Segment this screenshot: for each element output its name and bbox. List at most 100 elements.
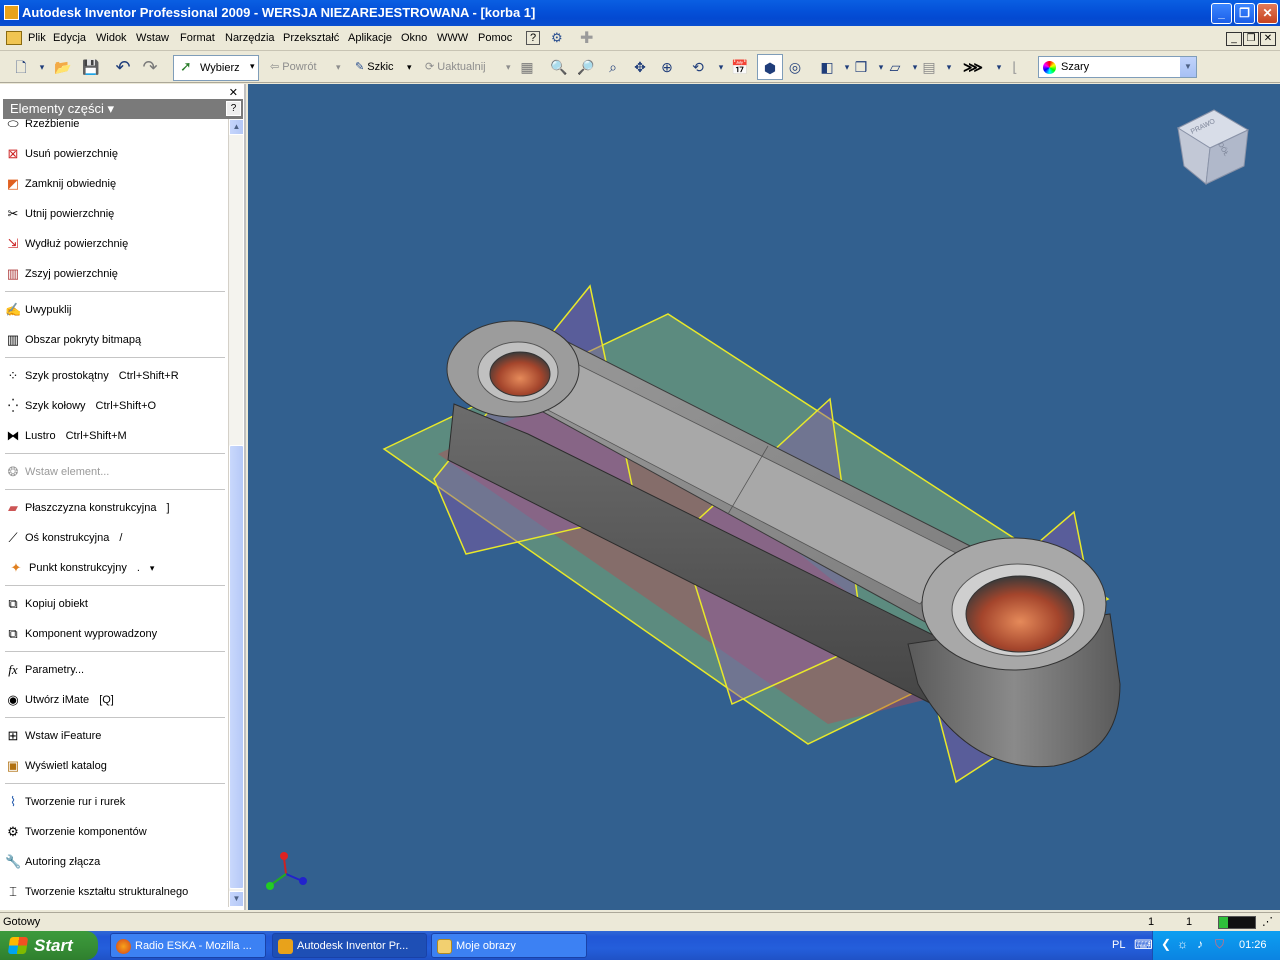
view-cube-icon[interactable]: ◧ bbox=[818, 58, 836, 76]
menu-aplikacje[interactable]: Aplikacje bbox=[348, 32, 392, 44]
resize-grip-icon[interactable]: ⋰ bbox=[1262, 913, 1273, 932]
clock[interactable]: 01:26 bbox=[1239, 939, 1267, 951]
chevron-down-icon[interactable]: ▾ bbox=[150, 563, 155, 573]
zoom-window-icon[interactable]: 🔎 bbox=[577, 58, 595, 76]
document-icon[interactable] bbox=[6, 31, 22, 45]
service-pack-icon[interactable]: ⚙ bbox=[551, 30, 563, 46]
close-button[interactable]: ✕ bbox=[1257, 3, 1278, 24]
tool-structural-shape[interactable]: ⌶ Tworzenie kształtu strukturalnego bbox=[3, 881, 226, 903]
zoom-icon[interactable]: ⌕ bbox=[604, 58, 622, 76]
scroll-up-icon[interactable]: ▲ bbox=[229, 119, 244, 135]
help-icon[interactable]: ? bbox=[526, 31, 540, 45]
mdi-close-button[interactable]: ✕ bbox=[1260, 32, 1276, 46]
measure-icon[interactable]: ▦ bbox=[518, 58, 536, 76]
tool-tube-pipe[interactable]: ⌇ Tworzenie rur i rurek bbox=[3, 791, 226, 813]
look-at-icon[interactable]: 📅 bbox=[731, 58, 749, 76]
open-icon[interactable]: 📂 bbox=[54, 58, 72, 76]
rotate-icon[interactable]: ⟲ bbox=[689, 58, 707, 76]
update-button[interactable]: ⟳ Uaktualnij bbox=[425, 56, 486, 78]
back-button[interactable]: ⇦ Powrót bbox=[270, 56, 317, 78]
menu-narzedzia[interactable]: Narzędzia bbox=[225, 32, 275, 44]
display-dropdown-icon[interactable]: ▾ bbox=[940, 58, 958, 76]
tool-view-catalog[interactable]: ▣ Wyświetl katalog bbox=[3, 755, 226, 777]
maximize-button[interactable]: ❐ bbox=[1234, 3, 1255, 24]
undo-icon[interactable]: ↶ bbox=[114, 58, 132, 76]
view-cube[interactable]: PRAWO DÓŁ bbox=[1176, 109, 1250, 185]
tool-trim-surface[interactable]: ✂ Utnij powierzchnię bbox=[3, 203, 226, 225]
model-view[interactable]: PRAWO DÓŁ bbox=[248, 84, 1280, 910]
tool-copy-object[interactable]: ⧉ Kopiuj obiekt bbox=[3, 593, 226, 615]
taskbar-item-firefox[interactable]: Radio ESKA - Mozilla ... bbox=[110, 933, 266, 958]
tool-work-plane[interactable]: ▰ Płaszczyzna konstrukcyjna] bbox=[3, 497, 226, 519]
start-button[interactable]: Start bbox=[0, 931, 98, 960]
scroll-thumb[interactable] bbox=[229, 445, 244, 889]
mdi-minimize-button[interactable]: _ bbox=[1226, 32, 1242, 46]
menu-www[interactable]: WWW bbox=[437, 32, 468, 44]
tool-work-point[interactable]: ✦ Punkt konstrukcyjny. ▾ bbox=[3, 557, 226, 579]
tool-delete-face[interactable]: ⊠ Usuń powierzchnię bbox=[3, 143, 226, 165]
network-icon[interactable]: ☼ bbox=[1177, 937, 1188, 951]
redo-icon[interactable]: ↷ bbox=[141, 58, 159, 76]
camera-icon[interactable]: ❒ bbox=[852, 58, 870, 76]
update-dropdown-icon[interactable]: ▾ bbox=[506, 56, 511, 78]
panel-help-icon[interactable]: ? bbox=[226, 101, 241, 116]
pan-icon[interactable]: ✥ bbox=[631, 58, 649, 76]
menu-plik[interactable]: Plik bbox=[28, 32, 46, 44]
tray-expand-icon[interactable]: ❮ bbox=[1161, 937, 1171, 951]
tool-insert-ifeature[interactable]: ⊞ Wstaw iFeature bbox=[3, 725, 226, 747]
chevron-down-icon[interactable]: ▾ bbox=[250, 61, 255, 72]
taskbar-item-folder[interactable]: Moje obrazy bbox=[431, 933, 587, 958]
tool-sculpt[interactable]: ⬭ Rzeźbienie bbox=[3, 119, 226, 135]
tool-stitch-surface[interactable]: ▥ Zszyj powierzchnię bbox=[3, 263, 226, 285]
select-tool[interactable]: ➚ Wybierz ▾ bbox=[173, 55, 259, 81]
new-icon[interactable]: 🗋 bbox=[12, 58, 30, 76]
minimize-button[interactable]: _ bbox=[1211, 3, 1232, 24]
mdi-restore-button[interactable]: ❐ bbox=[1243, 32, 1259, 46]
tool-rectangular-pattern[interactable]: ⁘ Szyk prostokątny Ctrl+Shift+R bbox=[3, 365, 226, 387]
taskbar-item-inventor[interactable]: Autodesk Inventor Pr... bbox=[272, 933, 427, 958]
graphics-window[interactable]: PRAWO DÓŁ bbox=[248, 84, 1280, 910]
tool-insert-feature[interactable]: ❂ Wstaw element... bbox=[3, 461, 226, 483]
tool-parameters[interactable]: fx Parametry... bbox=[3, 659, 226, 681]
language-indicator[interactable]: PL bbox=[1112, 939, 1125, 951]
save-icon[interactable]: 💾 bbox=[82, 58, 100, 76]
zoom-all-icon[interactable]: 🔍 bbox=[550, 58, 568, 76]
tool-create-imate[interactable]: ◉ Utwórz iMate [Q] bbox=[3, 689, 226, 711]
menu-przeksztalc[interactable]: Przekształć bbox=[283, 32, 339, 44]
display-mode-icon[interactable]: ▤ bbox=[920, 58, 938, 76]
rotate-dropdown-icon[interactable]: ▾ bbox=[712, 58, 730, 76]
security-shield-icon[interactable]: ⛉ bbox=[1215, 937, 1224, 952]
sketch-button[interactable]: ✎ Szkic bbox=[355, 56, 394, 78]
tool-circular-pattern[interactable]: ⁛ Szyk kołowy Ctrl+Shift+O bbox=[3, 395, 226, 417]
inventor-app-icon[interactable] bbox=[4, 5, 19, 20]
ground-shadow-icon[interactable]: ◎ bbox=[786, 58, 804, 76]
tool-connector-authoring[interactable]: 🔧 Autoring złącza bbox=[3, 851, 226, 873]
tool-extend-surface[interactable]: ⇲ Wydłuż powierzchnię bbox=[3, 233, 226, 255]
tool-work-axis[interactable]: ⟋ Oś konstrukcyjna / bbox=[3, 527, 226, 549]
tool-emboss[interactable]: ✍ Uwypuklij bbox=[3, 299, 226, 321]
color-style-dropdown[interactable]: Szary ▼ bbox=[1038, 56, 1197, 78]
panel-header[interactable]: Elementy części ▾ ? bbox=[3, 99, 243, 119]
menu-pomoc[interactable]: Pomoc bbox=[478, 32, 512, 44]
shaded-display-icon[interactable]: ⬢ bbox=[757, 54, 783, 80]
volume-icon[interactable]: ♪ bbox=[1197, 937, 1203, 951]
menu-edycja[interactable]: Edycja bbox=[53, 32, 86, 44]
return-icon[interactable]: ⌊ bbox=[1006, 58, 1024, 76]
zoom-selected-icon[interactable]: ⊕ bbox=[658, 58, 676, 76]
fast-forward-icon[interactable]: ⋙ bbox=[963, 58, 983, 76]
menu-format[interactable]: Format bbox=[180, 32, 215, 44]
menu-wstaw[interactable]: Wstaw bbox=[136, 32, 169, 44]
scroll-down-icon[interactable]: ▼ bbox=[229, 891, 244, 907]
keyboard-icon[interactable]: ⌨ bbox=[1134, 937, 1153, 953]
tool-decal[interactable]: ▥ Obszar pokryty bitmapą bbox=[3, 329, 226, 351]
sketch-dropdown-icon[interactable]: ▾ bbox=[407, 56, 412, 78]
tool-mirror[interactable]: ⧓ Lustro Ctrl+Shift+M bbox=[3, 425, 226, 447]
panel-scrollbar[interactable]: ▲ ▼ bbox=[228, 119, 244, 907]
menu-okno[interactable]: Okno bbox=[401, 32, 427, 44]
section-icon[interactable]: ▱ bbox=[886, 58, 904, 76]
back-dropdown-icon[interactable]: ▾ bbox=[336, 56, 341, 78]
panel-close-icon[interactable]: ✕ bbox=[229, 86, 238, 99]
dropdown-arrow-icon[interactable]: ▾ bbox=[33, 58, 51, 76]
tool-component-generator[interactable]: ⚙ Tworzenie komponentów bbox=[3, 821, 226, 843]
menu-widok[interactable]: Widok bbox=[96, 32, 127, 44]
